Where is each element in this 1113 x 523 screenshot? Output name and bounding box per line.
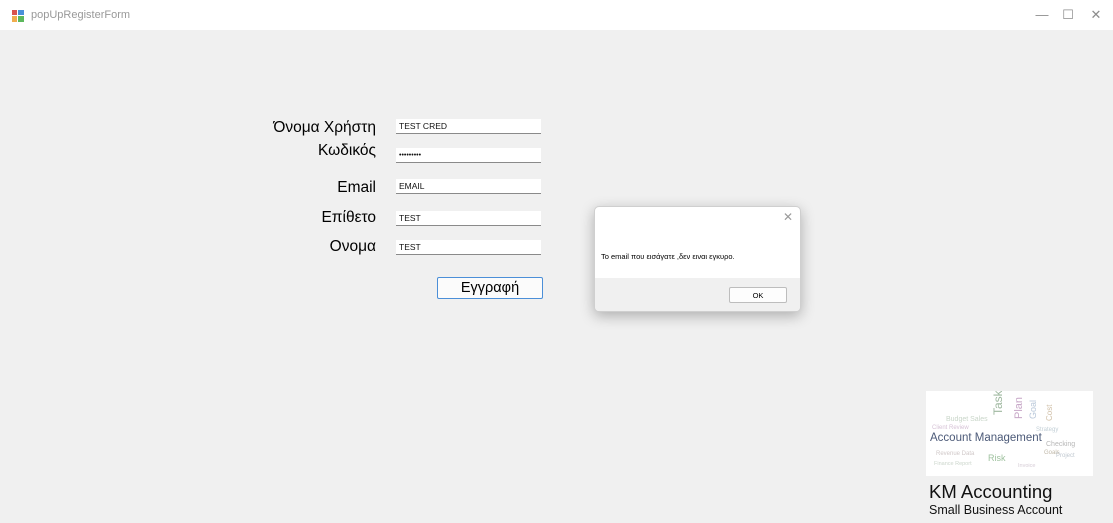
close-icon[interactable]: ✕: [1085, 6, 1107, 24]
username-label: Όνομα Χρήστη: [273, 119, 376, 136]
logo-text: Account Management: [930, 432, 1043, 444]
surname-label: Επίθετο: [321, 209, 376, 226]
svg-text:Client Review: Client Review: [932, 425, 969, 431]
ok-button[interactable]: OK: [729, 287, 787, 303]
svg-text:Cost: Cost: [1045, 404, 1054, 421]
svg-text:Finance Report: Finance Report: [934, 461, 972, 467]
surname-field[interactable]: [396, 211, 541, 226]
title-bar: popUpRegisterForm — ☐ ✕: [0, 0, 1113, 30]
svg-text:Checking: Checking: [1046, 441, 1075, 448]
account-management-logo: Task Plan Goal Cost Budget Sales Client …: [926, 391, 1093, 476]
dialog-footer: OK: [595, 278, 800, 311]
username-field[interactable]: [396, 119, 541, 134]
word-cloud-decoration: Task Plan Goal Cost Budget Sales Client …: [932, 391, 1075, 469]
svg-text:Revenue Data: Revenue Data: [936, 451, 975, 457]
error-dialog: ✕ Το email που εισάγατε ,δεν ειναι εγκυρ…: [594, 206, 801, 312]
maximize-icon[interactable]: ☐: [1057, 6, 1079, 24]
register-window: { "window": { "title": "popUpRegisterFor…: [0, 0, 1113, 523]
email-label: Email: [337, 179, 376, 196]
firstname-label: Ονομα: [329, 238, 376, 255]
window-title: popUpRegisterForm: [31, 9, 131, 21]
register-button[interactable]: Εγγραφή: [437, 277, 543, 299]
brand-name: KM Accounting: [929, 481, 1053, 502]
email-field[interactable]: [396, 179, 541, 194]
svg-text:Budget Sales: Budget Sales: [946, 416, 988, 423]
app-icon: [12, 9, 24, 22]
svg-text:Task: Task: [991, 391, 1005, 415]
svg-text:Risk: Risk: [988, 453, 1006, 463]
password-field[interactable]: [396, 148, 541, 163]
dialog-message: Το email που εισάγατε ,δεν ειναι εγκυρο.: [601, 252, 735, 261]
minimize-icon[interactable]: —: [1031, 6, 1053, 24]
svg-text:Invoice: Invoice: [1018, 463, 1035, 469]
firstname-field[interactable]: [396, 240, 541, 255]
svg-text:Goal: Goal: [1028, 400, 1038, 419]
password-label: Κωδικός: [318, 142, 376, 159]
close-icon[interactable]: ✕: [783, 210, 793, 224]
svg-text:Plan: Plan: [1013, 397, 1025, 419]
svg-text:Project: Project: [1056, 453, 1075, 459]
brand-tagline: Small Business Account: [929, 503, 1063, 517]
